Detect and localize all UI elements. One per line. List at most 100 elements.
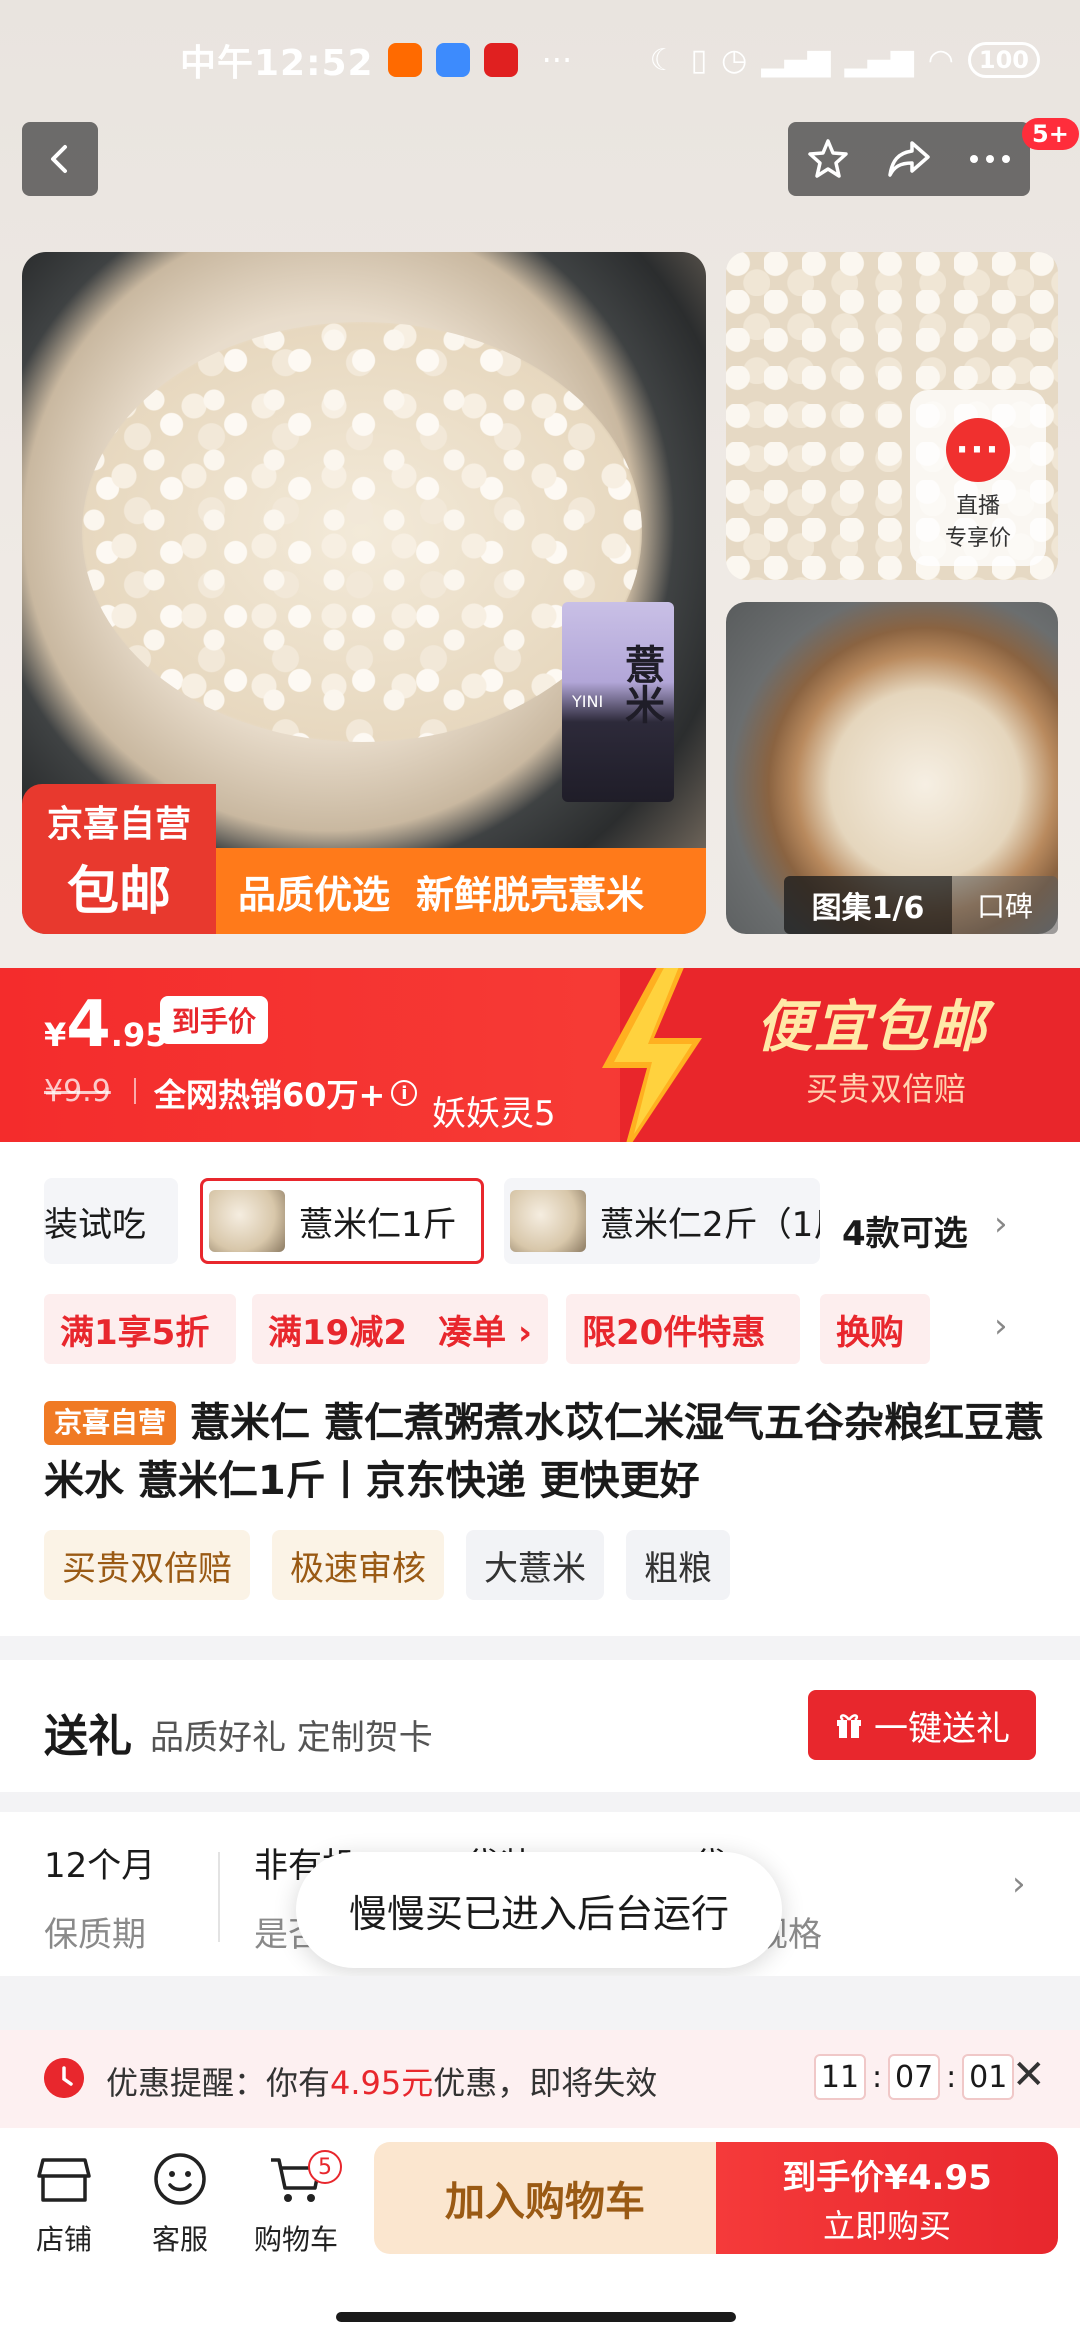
send-gift-button[interactable]: 一键送礼 — [808, 1690, 1036, 1760]
live-price-card[interactable]: ··· 直播 专享价 — [910, 390, 1046, 566]
strip-text-2: 新鲜脱壳薏米 — [416, 872, 645, 917]
smile-icon — [154, 2153, 206, 2205]
back-button[interactable] — [22, 122, 98, 196]
more-notifications-icon: ··· — [541, 41, 573, 79]
product-title: 京喜自营 薏米仁 薏仁煮粥煮水苡仁米湿气五谷杂粮红豆薏米水 薏米仁1斤丨京东快递 … — [44, 1394, 1044, 1510]
countdown-colon: : — [946, 2059, 957, 2095]
countdown-timer: 11 : 07 : 01 — [814, 2054, 1015, 2100]
star-icon[interactable] — [806, 137, 850, 181]
store-button[interactable]: 店铺 — [14, 2148, 114, 2258]
tag-big-coix[interactable]: 大薏米 — [466, 1530, 604, 1600]
reminder-amount: 4.95元 — [330, 2064, 434, 2102]
tag-double-compensation[interactable]: 买贵双倍赔 — [44, 1530, 250, 1600]
package-brand: YINI — [572, 692, 604, 711]
live-label-2: 专享价 — [944, 526, 1011, 551]
hero-section: 中午12:52 ··· ☾ ▯ ◷ ▂▄▆ ▂▄▆ ◠ 100 5+ 薏米 YI… — [0, 0, 1080, 968]
lightning-icon — [602, 968, 702, 1142]
variant-thumbnail — [209, 1190, 285, 1252]
jingxi-badge: 京喜自营 包邮 — [22, 784, 216, 934]
signal-icon: ▂▄▆ — [844, 42, 914, 78]
price-separator — [134, 1078, 136, 1104]
promo-chip[interactable]: 满1享5折 — [44, 1294, 236, 1364]
countdown-colon: : — [872, 2059, 883, 2095]
alarm-icon: ◷ — [721, 42, 748, 78]
signal-icon: ▂▄▆ — [761, 42, 831, 78]
promo-label: 凑单 › — [438, 1312, 532, 1353]
promo-chip[interactable]: 限20件特惠 — [566, 1294, 800, 1364]
cart-count-badge: 5 — [308, 2150, 342, 2184]
final-price: ¥ 4 .95 — [44, 988, 167, 1062]
package-name: 薏米 — [618, 644, 664, 724]
promo-label: 满19减2 — [268, 1312, 407, 1353]
product-page: 中午12:52 ··· ☾ ▯ ◷ ▂▄▆ ▂▄▆ ◠ 100 5+ 薏米 YI… — [0, 0, 1080, 2340]
tag-coarse-grain[interactable]: 粗粮 — [626, 1530, 730, 1600]
store-icon — [37, 2158, 91, 2202]
store-label: 店铺 — [35, 2223, 92, 2256]
original-price: ¥9.9 — [44, 1074, 111, 1109]
status-bar: 中午12:52 ··· ☾ ▯ ◷ ▂▄▆ ▂▄▆ ◠ 100 — [0, 0, 1080, 120]
badge-line2: 包邮 — [66, 861, 171, 922]
add-to-cart-button[interactable]: 加入购物车 — [374, 2142, 716, 2254]
live-icon: ··· — [946, 418, 1010, 482]
variant-thumbnail — [510, 1190, 586, 1252]
buy-label: 立即购买 — [822, 2206, 951, 2245]
cart-button[interactable]: 购物车 5 — [246, 2148, 346, 2258]
buy-now-button[interactable]: 到手价¥4.95 立即购买 — [716, 2142, 1058, 2254]
nav-actions — [788, 122, 1030, 196]
product-package: 薏米 YINI — [562, 602, 674, 802]
mi-app-icon — [387, 43, 422, 77]
promo-chip[interactable]: 换购 — [820, 1294, 930, 1364]
chevron-right-icon[interactable]: › — [994, 1306, 1008, 1346]
chevron-right-icon[interactable]: › — [1012, 1864, 1026, 1904]
countdown-minutes: 07 — [888, 2054, 941, 2100]
slogan: 便宜包邮 — [756, 995, 988, 1060]
main-product-image[interactable]: 薏米 YINI 京喜自营 包邮 品质优选 新鲜脱壳薏米 — [22, 252, 706, 934]
background-toast: 慢慢买已进入后台运行 — [296, 1852, 782, 1968]
variant-label: 装试吃 — [44, 1204, 146, 1245]
countdown-hours: 11 — [814, 2054, 866, 2100]
spec-key: 保质期 — [44, 1915, 146, 1955]
variant-option-selected[interactable]: 薏米仁1斤 — [200, 1178, 484, 1264]
promotion-list: 满1享5折 满19减2 凑单 › 限20件特惠 换购 › — [0, 1294, 1080, 1366]
tag-fast-review[interactable]: 极速审核 — [272, 1530, 444, 1600]
battery-indicator: 100 — [967, 42, 1040, 78]
gallery-button[interactable]: 图集1/6 — [784, 876, 952, 934]
gallery-bar: 图集1/6 口碑 — [784, 876, 1058, 934]
promo-label: 换购 — [836, 1312, 904, 1353]
wallet-app-icon — [435, 43, 470, 77]
close-icon[interactable]: ✕ — [1012, 2052, 1046, 2098]
live-label-1: 直播 — [955, 494, 1000, 519]
vibrate-icon: ▯ — [690, 42, 708, 78]
customer-service-button[interactable]: 客服 — [130, 2148, 230, 2258]
product-tags: 买贵双倍赔 极速审核 大薏米 粗粮 — [44, 1530, 730, 1600]
price-banner: ¥ 4 .95 到手价 ¥9.9 全网热销60万+ i 妖妖灵5 便宜包邮 买贵… — [0, 968, 1080, 1142]
slogan-sub: 买贵双倍赔 — [806, 1070, 967, 1108]
spec-shelf-life: 12个月 保质期 — [44, 1838, 155, 1956]
section-divider — [0, 1976, 1080, 2030]
more-icon[interactable] — [968, 153, 1012, 165]
chevron-left-icon — [51, 145, 67, 173]
section-divider — [0, 1636, 1080, 1660]
spec-value: 12个月 — [44, 1846, 156, 1886]
sales-info[interactable]: 全网热销60万+ i — [154, 1070, 418, 1116]
variant-selector: 装试吃 薏米仁1斤 薏米仁2斤（1斤 4款可选 › — [0, 1168, 1080, 1268]
reviews-button[interactable]: 口碑 — [952, 876, 1058, 934]
promo-chip[interactable]: 满19减2 凑单 › — [252, 1294, 548, 1364]
status-indicators: ☾ ▯ ◷ ▂▄▆ ▂▄▆ ◠ 100 — [650, 42, 1040, 78]
reminder-prefix: 优惠提醒：你有 — [106, 2064, 331, 2102]
price-decimal: .95 — [110, 1016, 168, 1054]
variant-count[interactable]: 4款可选 — [842, 1206, 968, 1255]
service-label: 客服 — [151, 2223, 208, 2256]
share-icon[interactable] — [886, 139, 932, 179]
promo-label: 满1享5折 — [60, 1312, 210, 1353]
home-indicator[interactable] — [336, 2312, 736, 2322]
variant-option[interactable]: 薏米仁2斤（1斤 — [504, 1178, 820, 1264]
reminder-text: 优惠提醒：你有4.95元优惠，即将失效 — [106, 2058, 657, 2104]
clock-icon — [44, 2058, 84, 2098]
variant-label: 薏米仁1斤 — [299, 1204, 457, 1245]
chevron-right-icon[interactable]: › — [994, 1204, 1008, 1244]
moon-icon: ☾ — [649, 42, 677, 78]
variant-option[interactable]: 装试吃 — [44, 1178, 178, 1264]
grain-texture — [82, 322, 642, 742]
sales-text: 全网热销60万+ — [154, 1076, 386, 1114]
